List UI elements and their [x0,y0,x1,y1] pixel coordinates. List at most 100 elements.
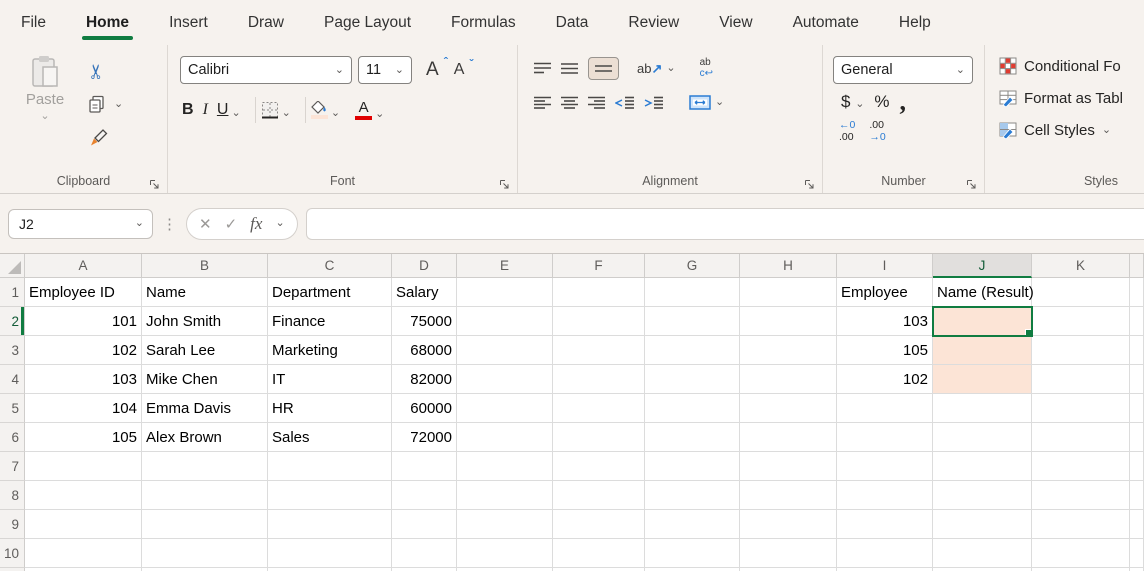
cell-I4[interactable]: 102 [837,365,933,394]
cell-B7[interactable] [142,452,268,481]
cell-H8[interactable] [740,481,837,510]
row-header-8[interactable]: 8 [0,481,25,510]
row-header-7[interactable]: 7 [0,452,25,481]
cell-G4[interactable] [645,365,740,394]
bottom-align-button[interactable] [588,57,619,80]
cell-J8[interactable] [933,481,1032,510]
cell-C4[interactable]: IT [268,365,392,394]
row-header-3[interactable]: 3 [0,336,25,365]
cell-B8[interactable] [142,481,268,510]
column-header-F[interactable]: F [553,254,645,278]
cell-E5[interactable] [457,394,553,423]
middle-align-button[interactable] [561,62,578,75]
insert-function-chevron-icon[interactable]: ⌄ [275,218,284,229]
align-left-button[interactable] [534,96,551,110]
italic-button[interactable]: I [203,101,208,119]
cell-I9[interactable] [837,510,933,539]
cell-D8[interactable] [392,481,457,510]
name-box[interactable]: J2 ⌄ [8,208,153,239]
increase-decimal-button[interactable]: .00 →0 [869,119,885,143]
cell-styles-button[interactable]: Cell Styles ⌄ [985,117,1144,143]
cell-G9[interactable] [645,510,740,539]
cell-C9[interactable] [268,510,392,539]
column-header-C[interactable]: C [268,254,392,278]
cell-G1[interactable] [645,278,740,307]
cell-J6[interactable] [933,423,1032,452]
cell-C10[interactable] [268,539,392,568]
conditional-formatting-button[interactable]: Conditional Fo [985,53,1144,79]
font-dialog-launcher-icon[interactable] [499,179,510,190]
cell-D5[interactable]: 60000 [392,394,457,423]
merge-center-button[interactable]: ⌄ [689,95,724,110]
paste-chevron-icon[interactable]: ⌄ [40,111,49,122]
cell-C8[interactable] [268,481,392,510]
column-header-G[interactable]: G [645,254,740,278]
cell-I1[interactable]: Employee [837,278,933,307]
borders-chevron-icon[interactable]: ⌄ [282,108,291,119]
fill-color-chevron-icon[interactable]: ⌄ [331,108,340,119]
number-format-select[interactable]: General ⌄ [833,56,973,84]
cell-D2[interactable]: 75000 [392,307,457,336]
select-all-corner[interactable] [0,254,25,278]
cell-K5[interactable] [1032,394,1130,423]
cell-G8[interactable] [645,481,740,510]
accounting-chevron-icon[interactable]: ⌄ [855,98,864,110]
cell-J3[interactable] [933,336,1032,365]
cell-K8[interactable] [1032,481,1130,510]
tab-page-layout[interactable]: Page Layout [322,10,413,36]
orientation-button[interactable]: ab↗ ⌄ [637,61,676,77]
cell-I5[interactable] [837,394,933,423]
cell-D10[interactable] [392,539,457,568]
align-right-button[interactable] [588,96,605,110]
cell-B10[interactable] [142,539,268,568]
cell-A9[interactable] [25,510,142,539]
cell-J7[interactable] [933,452,1032,481]
column-header-A[interactable]: A [25,254,142,278]
percent-style-button[interactable]: % [874,92,889,112]
cell-F2[interactable] [553,307,645,336]
cell-A8[interactable] [25,481,142,510]
cell-J10[interactable] [933,539,1032,568]
decrease-font-size-button[interactable]: A ˇ [454,57,474,79]
format-as-table-button[interactable]: Format as Tabl [985,85,1144,111]
cell-H4[interactable] [740,365,837,394]
cell-H5[interactable] [740,394,837,423]
wrap-text-button[interactable]: ab c↩ [700,57,713,79]
copy-button[interactable]: ⌄ [88,92,123,116]
row-header-2[interactable]: 2 [0,307,25,336]
font-color-chevron-icon[interactable]: ⌄ [375,109,384,120]
tab-insert[interactable]: Insert [167,10,210,36]
cell-E10[interactable] [457,539,553,568]
cell-D7[interactable] [392,452,457,481]
align-center-button[interactable] [561,96,578,110]
cell-G6[interactable] [645,423,740,452]
orientation-chevron-icon[interactable]: ⌄ [666,63,675,74]
cell-K1[interactable] [1032,278,1130,307]
font-color-button[interactable]: A ⌄ [355,100,384,120]
tab-view[interactable]: View [717,10,754,36]
cell-E4[interactable] [457,365,553,394]
cell-C3[interactable]: Marketing [268,336,392,365]
cell-G5[interactable] [645,394,740,423]
font-name-select[interactable]: Calibri ⌄ [180,56,352,84]
increase-font-size-button[interactable]: A ˆ [426,55,448,81]
cell-A3[interactable]: 102 [25,336,142,365]
cell-F4[interactable] [553,365,645,394]
cell-G10[interactable] [645,539,740,568]
cell-E1[interactable] [457,278,553,307]
column-header-K[interactable]: K [1032,254,1130,278]
cell-I6[interactable] [837,423,933,452]
cell-K2[interactable] [1032,307,1130,336]
cell-E7[interactable] [457,452,553,481]
cell-D1[interactable]: Salary [392,278,457,307]
row-header-4[interactable]: 4 [0,365,25,394]
cell-K4[interactable] [1032,365,1130,394]
column-header-H[interactable]: H [740,254,837,278]
confirm-entry-button[interactable]: ✓ [225,215,238,233]
decrease-decimal-button[interactable]: ←0 .00 [839,119,855,143]
top-align-button[interactable] [534,62,551,75]
row-header-6[interactable]: 6 [0,423,25,452]
cell-I8[interactable] [837,481,933,510]
underline-button[interactable]: U ⌄ [217,101,241,119]
cell-K7[interactable] [1032,452,1130,481]
